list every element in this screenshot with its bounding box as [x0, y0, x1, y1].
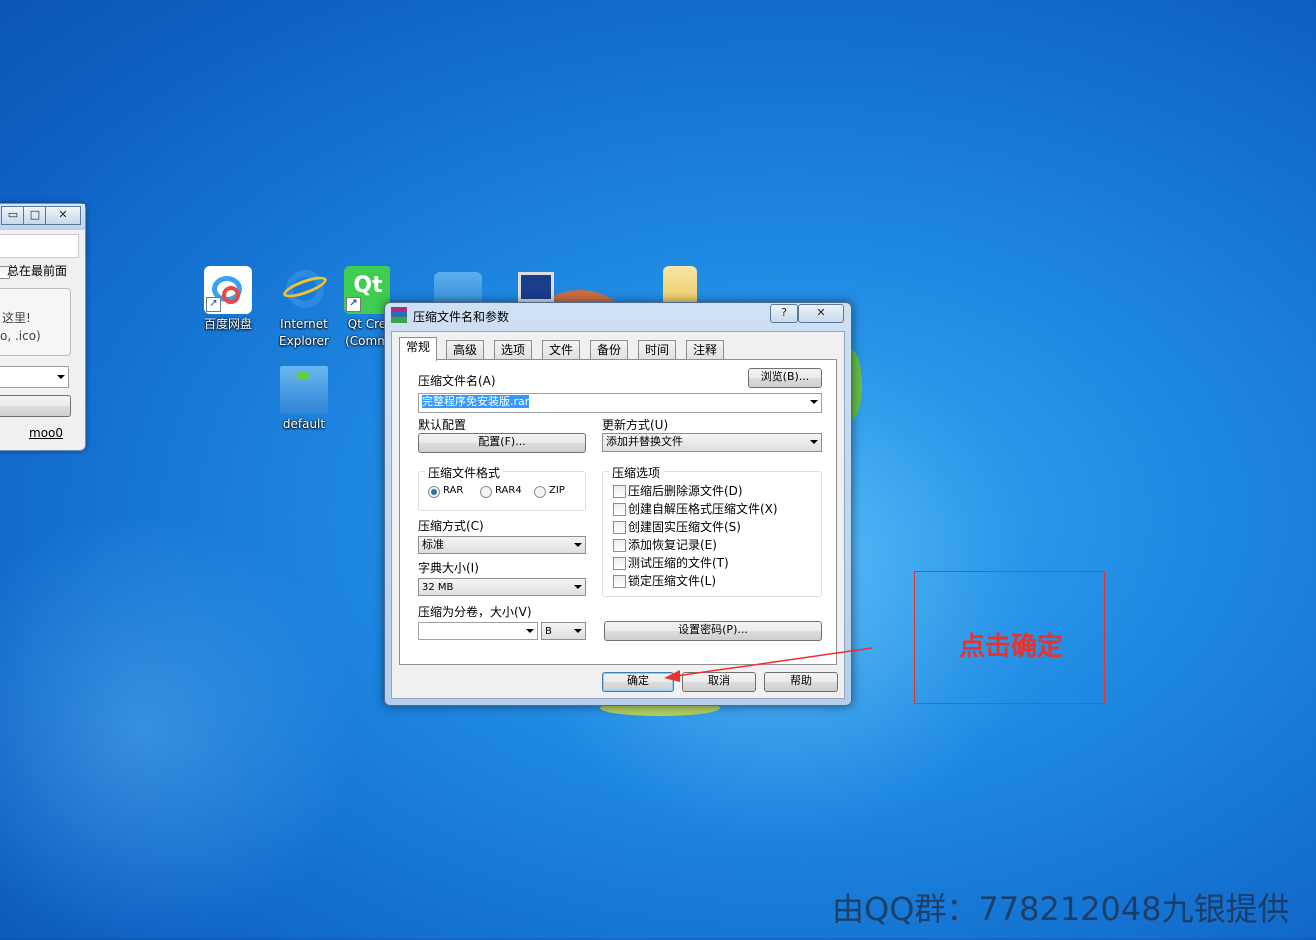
annotation-text: 点击确定	[959, 632, 1064, 662]
annotation-arrow	[664, 647, 873, 682]
tab-general[interactable]: 常规	[399, 337, 438, 361]
annotation-box: 点击确定	[914, 571, 1105, 704]
watermark: 由QQ群：778212048九银提供	[832, 890, 1290, 928]
